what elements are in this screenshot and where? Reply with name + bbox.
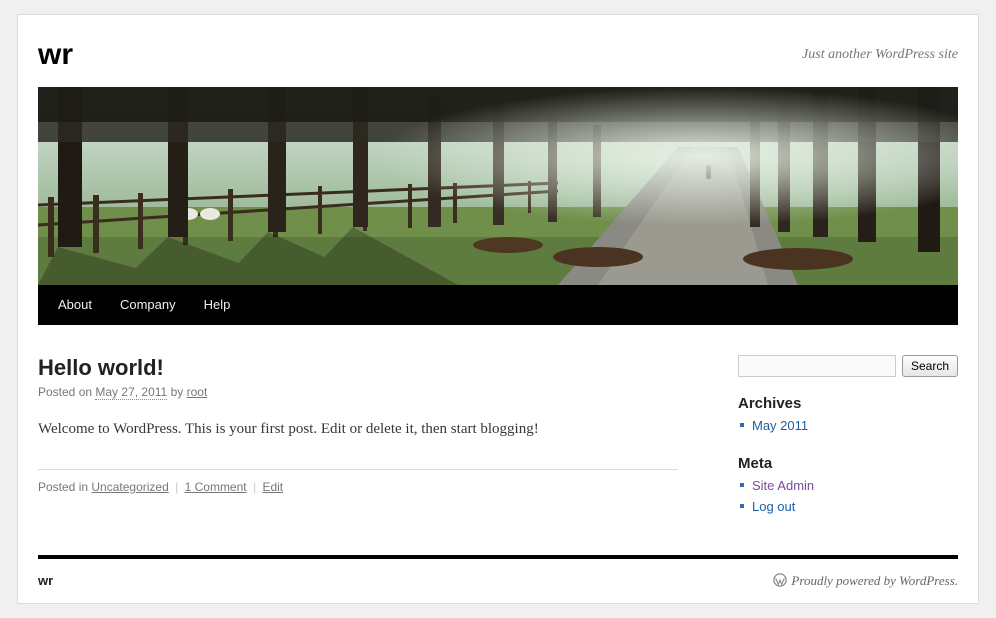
archive-link-may-2011[interactable]: May 2011 [752, 418, 808, 433]
post-date-link[interactable]: May 27, 2011 [95, 385, 167, 400]
post-meta: Posted on May 27, 2011 by root [38, 385, 678, 399]
post-edit-link[interactable]: Edit [262, 480, 283, 494]
primary-nav: About Company Help [38, 285, 958, 325]
post-author-link[interactable]: root [187, 385, 208, 399]
site-title[interactable]: wr [38, 37, 73, 73]
post-category-link[interactable]: Uncategorized [91, 480, 168, 494]
search-input[interactable] [738, 355, 896, 377]
meta-widget: Meta Site Admin Log out [738, 455, 958, 518]
header-image[interactable] [38, 87, 958, 285]
site-tagline: Just another WordPress site [802, 47, 958, 63]
site-title-link[interactable]: wr [38, 38, 73, 71]
search-button[interactable]: Search [902, 355, 958, 377]
nav-item-company[interactable]: Company [106, 285, 190, 325]
footer-credit-link[interactable]: Proudly powered by WordPress. [791, 573, 958, 588]
meta-title: Meta [738, 455, 958, 472]
search-form: Search [738, 355, 958, 377]
post-content: Welcome to WordPress. This is your first… [38, 417, 678, 441]
nav-item-about[interactable]: About [44, 285, 106, 325]
post-comments-link[interactable]: 1 Comment [185, 480, 247, 494]
post-title-link[interactable]: Hello world! [38, 355, 164, 380]
footer-site-title[interactable]: wr [38, 573, 53, 588]
by-label: by [171, 385, 184, 399]
nav-item-help[interactable]: Help [190, 285, 245, 325]
search-widget: Search [738, 355, 958, 377]
archives-widget: Archives May 2011 [738, 395, 958, 437]
posted-on-label: Posted on [38, 385, 92, 399]
posted-in-label: Posted in [38, 480, 88, 494]
meta-link-log-out[interactable]: Log out [752, 499, 795, 514]
post-utility: Posted in Uncategorized | 1 Comment | Ed… [38, 469, 678, 494]
footer-credit: Proudly powered by WordPress. [773, 573, 958, 589]
post: Hello world! Posted on May 27, 2011 by r… [38, 355, 678, 494]
archives-title: Archives [738, 395, 958, 412]
meta-link-site-admin[interactable]: Site Admin [752, 478, 814, 493]
wordpress-logo-icon [773, 573, 787, 587]
